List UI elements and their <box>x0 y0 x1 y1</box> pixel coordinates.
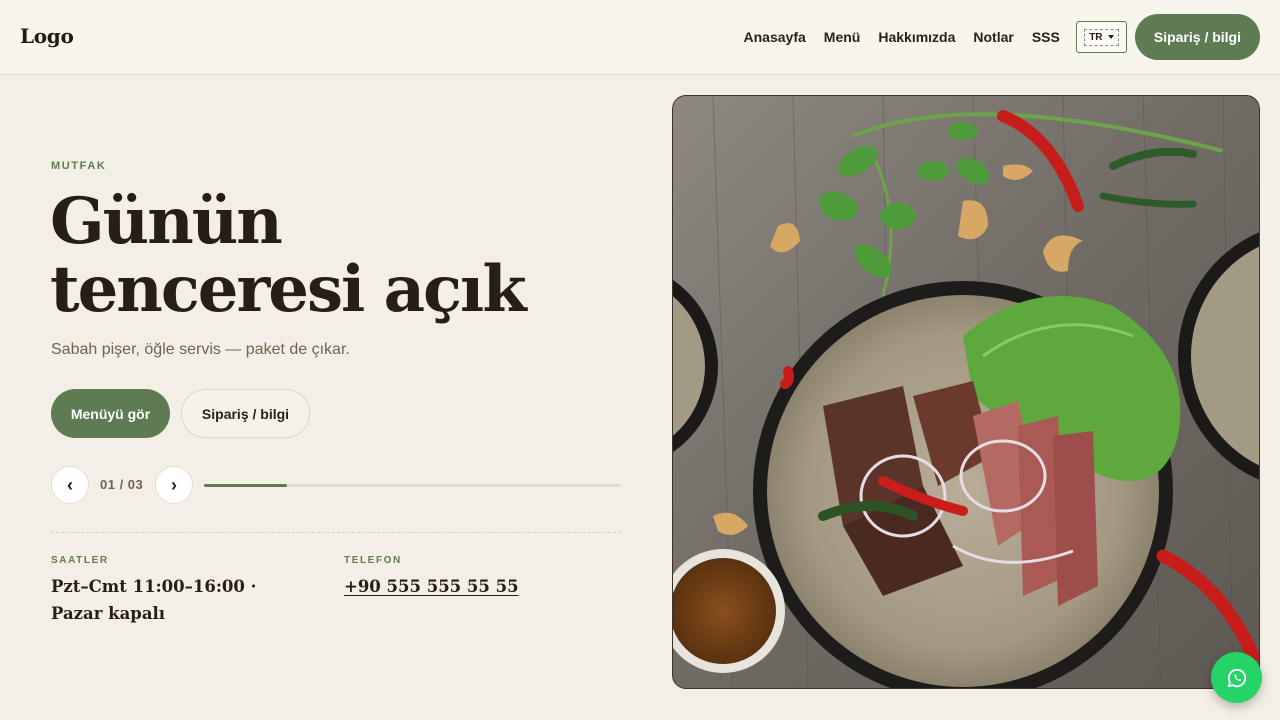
nav-link-notes[interactable]: Notlar <box>973 29 1013 45</box>
hero-food-image <box>672 95 1260 689</box>
hero-subtitle: Sabah pişer, öğle servis — paket de çıka… <box>51 341 350 358</box>
language-selector[interactable]: TR <box>1075 21 1127 53</box>
hero-title-line2: tenceresi açık <box>50 252 527 327</box>
slider-progress-track <box>204 484 621 487</box>
phone-label: TELEFON <box>344 555 402 566</box>
caret-down-icon <box>1107 35 1114 39</box>
hero-eyebrow: MUTFAK <box>51 160 107 172</box>
food-illustration <box>673 96 1259 688</box>
hours-value: Pzt–Cmt 11:00–16:00 · Pazar kapalı <box>51 577 257 623</box>
language-selector-inner: TR <box>1084 28 1119 46</box>
nav-link-about[interactable]: Hakkımızda <box>878 29 955 45</box>
whatsapp-button[interactable] <box>1211 652 1262 703</box>
hours-label: SAATLER <box>51 555 109 566</box>
phone-link[interactable]: +90 555 555 55 55 <box>344 573 519 600</box>
nav-link-home[interactable]: Anasayfa <box>744 29 806 45</box>
slide-counter: 01 / 03 <box>100 477 144 492</box>
order-info-button[interactable]: Sipariş / bilgi <box>1134 14 1260 60</box>
slider-progress-fill <box>204 484 288 487</box>
slider-prev-button[interactable]: ‹ <box>51 466 89 504</box>
chevron-right-icon: › <box>171 474 177 495</box>
chevron-left-icon: ‹ <box>67 474 73 495</box>
slider-controls: ‹ 01 / 03 › <box>51 466 621 504</box>
slider-next-button[interactable]: › <box>155 466 193 504</box>
hero-title: Günün tenceresi açık <box>50 188 650 324</box>
view-menu-button[interactable]: Menüyü gör <box>51 389 170 438</box>
divider <box>51 532 621 533</box>
order-info-secondary-button[interactable]: Sipariş / bilgi <box>181 389 310 438</box>
language-code: TR <box>1089 31 1103 43</box>
nav-link-faq[interactable]: SSS <box>1032 29 1060 45</box>
nav-link-menu[interactable]: Menü <box>824 29 861 45</box>
hero-title-line1: Günün <box>50 184 283 259</box>
whatsapp-icon <box>1227 668 1246 687</box>
logo[interactable]: Logo <box>20 24 74 48</box>
site-header: Logo Anasayfa Menü Hakkımızda Notlar SSS… <box>0 0 1280 75</box>
main-nav: Anasayfa Menü Hakkımızda Notlar SSS TR S… <box>744 14 1260 60</box>
